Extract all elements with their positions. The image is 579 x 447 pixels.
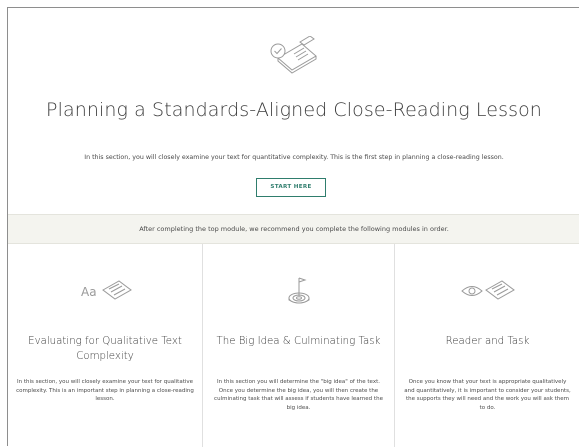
module-description: In this section, you will closely examin… — [16, 379, 194, 403]
module-description: In this section you will determine the "… — [214, 379, 383, 411]
text-aa-page-icon: Aa — [81, 280, 132, 300]
hero-section: Planning a Standards-Aligned Close-Readi… — [8, 8, 579, 214]
hero-description: In this section, you will closely examin… — [84, 154, 504, 161]
module-description: Once you know that your text is appropri… — [404, 379, 571, 411]
page-title: Planning a Standards-Aligned Close-Readi… — [46, 99, 542, 121]
module-card-big-idea[interactable]: The Big Idea & Culminating Task In this … — [203, 244, 395, 447]
recommendation-banner: After completing the top module, we reco… — [8, 214, 579, 244]
module-title: The Big Idea & Culminating Task — [216, 336, 381, 347]
target-flag-icon — [288, 277, 309, 304]
start-here-button[interactable]: START HERE — [256, 178, 326, 197]
eye-page-icon — [460, 280, 515, 300]
module-card-qualitative-complexity[interactable]: Aa Evaluating for Qualitative Text Compl… — [8, 244, 203, 447]
module-title: Evaluating for Qualitative Text Complexi… — [28, 336, 182, 362]
document-check-pen-icon — [270, 36, 317, 74]
module-list: Aa Evaluating for Qualitative Text Compl… — [8, 244, 579, 447]
module-title: Reader and Task — [445, 336, 530, 347]
svg-text:Aa: Aa — [81, 285, 97, 299]
module-card-reader-and-task[interactable]: Reader and Task Once you know that your … — [395, 244, 579, 447]
main-panel: Planning a Standards-Aligned Close-Readi… — [7, 7, 579, 447]
